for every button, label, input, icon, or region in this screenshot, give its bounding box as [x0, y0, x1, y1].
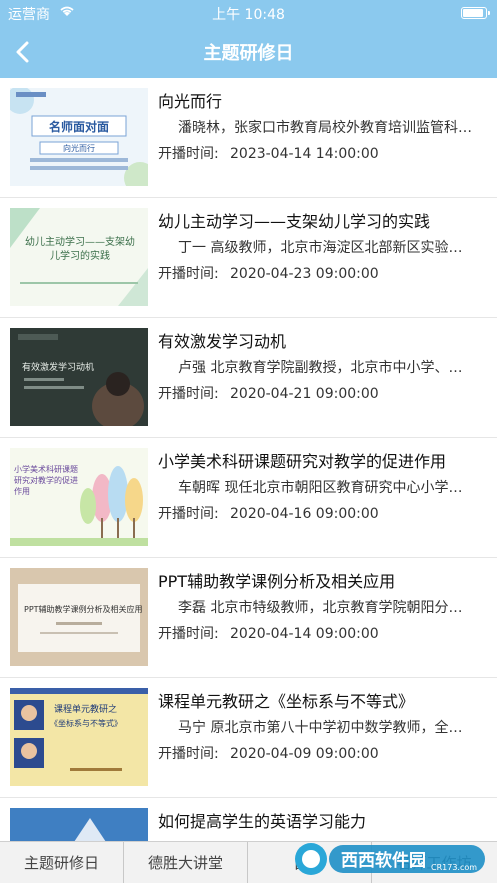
list-item[interactable]: PPT辅助教学课例分析及相关应用 PPT辅助教学课例分析及相关应用 李磊 北京市… [0, 558, 497, 678]
course-start-time: 开播时间: 2020-04-09 09:00:00 [158, 743, 379, 763]
watermark-text: 西西软件园 [341, 851, 426, 871]
thumbnail-heading: 小学美术科研课题研究对教学的促进作用 [14, 465, 78, 496]
start-time-label: 开播时间: [158, 746, 219, 762]
thumbnail-heading: 名师面对面 [48, 120, 109, 134]
course-speaker: 丁一 高级教师，北京市海淀区北部新区实验… [178, 240, 463, 256]
course-title: 课程单元教研之《坐标系与不等式》 [158, 692, 415, 711]
course-thumbnail: 名师面对面 向光而行 [10, 88, 148, 186]
course-speaker: 李磊 北京市特级教师，北京教育学院朝阳分… [178, 600, 463, 616]
thumbnail-subheading: 《坐标系与不等式》 [50, 719, 122, 728]
start-time-label: 开播时间: [158, 266, 219, 282]
thumbnail-heading: 幼儿主动学习——支架幼儿学习的实践 [25, 237, 135, 262]
course-start-time: 开播时间: 2020-04-14 09:00:00 [158, 623, 379, 643]
battery-icon [461, 7, 490, 19]
start-time-label: 开播时间: [158, 386, 219, 402]
status-bar: 运营商 上午 10:48 [0, 0, 497, 26]
start-time-value: 2020-04-14 09:00:00 [230, 626, 379, 642]
start-time-label: 开播时间: [158, 146, 219, 162]
list-item[interactable]: 小学美术科研课题研究对教学的促进作用 小学美术科研课题研究对教学的促进作用 车朝… [0, 438, 497, 558]
course-start-time: 开播时间: 2023-04-14 14:00:00 [158, 143, 379, 163]
course-thumbnail: 小学美术科研课题研究对教学的促进作用 [10, 448, 148, 546]
list-item[interactable]: 有效激发学习动机 有效激发学习动机 卢强 北京教育学院副教授，北京市中小学、… … [0, 318, 497, 438]
thumbnail-heading: 课程单元教研之 [54, 705, 118, 715]
course-thumbnail: 课程单元教研之 《坐标系与不等式》 [10, 688, 148, 786]
course-speaker: 车朝晖 现任北京市朝阳区教育研究中心小学… [178, 480, 463, 496]
course-thumbnail [10, 808, 148, 841]
nav-bar: 主题研修日 [0, 26, 497, 78]
course-title: 小学美术科研课题研究对教学的促进作用 [158, 452, 447, 471]
course-speaker: 卢强 北京教育学院副教授，北京市中小学、… [178, 360, 463, 376]
tab-topic-study-day[interactable]: 主题研修日 [0, 842, 124, 883]
start-time-label: 开播时间: [158, 626, 219, 642]
start-time-value: 2020-04-23 09:00:00 [230, 266, 379, 282]
start-time-value: 2020-04-09 09:00:00 [230, 746, 379, 762]
thumbnail-heading: 有效激发学习动机 [22, 363, 95, 373]
status-time: 上午 10:48 [212, 7, 285, 23]
list-item[interactable]: 幼儿主动学习——支架幼儿学习的实践 幼儿主动学习——支架幼儿学习的实践 丁一 高… [0, 198, 497, 318]
course-thumbnail: 幼儿主动学习——支架幼儿学习的实践 [10, 208, 148, 306]
thumbnail-heading: PPT辅助教学课例分析及相关应用 [24, 605, 143, 614]
course-title: 有效激发学习动机 [158, 332, 287, 351]
course-list: 名师面对面 向光而行 向光而行 潘晓林，张家口市教育局校外教育培训监管科… 开播… [0, 78, 497, 841]
course-speaker: 马宁 原北京市第八十中学初中数学教师，全… [178, 720, 463, 736]
course-title: 幼儿主动学习——支架幼儿学习的实践 [158, 212, 431, 231]
course-speaker: 潘晓林，张家口市教育局校外教育培训监管科… [178, 120, 472, 136]
start-time-value: 2020-04-16 09:00:00 [230, 506, 379, 522]
start-time-label: 开播时间: [158, 506, 219, 522]
start-time-value: 2023-04-14 14:00:00 [230, 146, 379, 162]
list-item[interactable]: 课程单元教研之 《坐标系与不等式》 课程单元教研之《坐标系与不等式》 马宁 原北… [0, 678, 497, 798]
list-item[interactable]: 如何提高学生的英语学习能力 [0, 798, 497, 841]
thumbnail-subheading: 向光而行 [63, 144, 95, 153]
course-start-time: 开播时间: 2020-04-23 09:00:00 [158, 263, 379, 283]
start-time-value: 2020-04-21 09:00:00 [230, 386, 379, 402]
course-thumbnail: 有效激发学习动机 [10, 328, 148, 426]
page-title: 主题研修日 [203, 43, 294, 64]
watermark-url: CR173.com [431, 863, 478, 872]
course-start-time: 开播时间: 2020-04-16 09:00:00 [158, 503, 379, 523]
tab-desheng-lecture[interactable]: 德胜大讲堂 [124, 842, 248, 883]
course-thumbnail: PPT辅助教学课例分析及相关应用 [10, 568, 148, 666]
list-item[interactable]: 名师面对面 向光而行 向光而行 潘晓林，张家口市教育局校外教育培训监管科… 开播… [0, 78, 497, 198]
course-title: 如何提高学生的英语学习能力 [158, 812, 367, 831]
watermark-logo: 西西软件园 CR173.com [289, 839, 489, 879]
course-title: PPT辅助教学课例分析及相关应用 [158, 572, 396, 591]
course-start-time: 开播时间: 2020-04-21 09:00:00 [158, 383, 379, 403]
course-title: 向光而行 [158, 92, 223, 111]
